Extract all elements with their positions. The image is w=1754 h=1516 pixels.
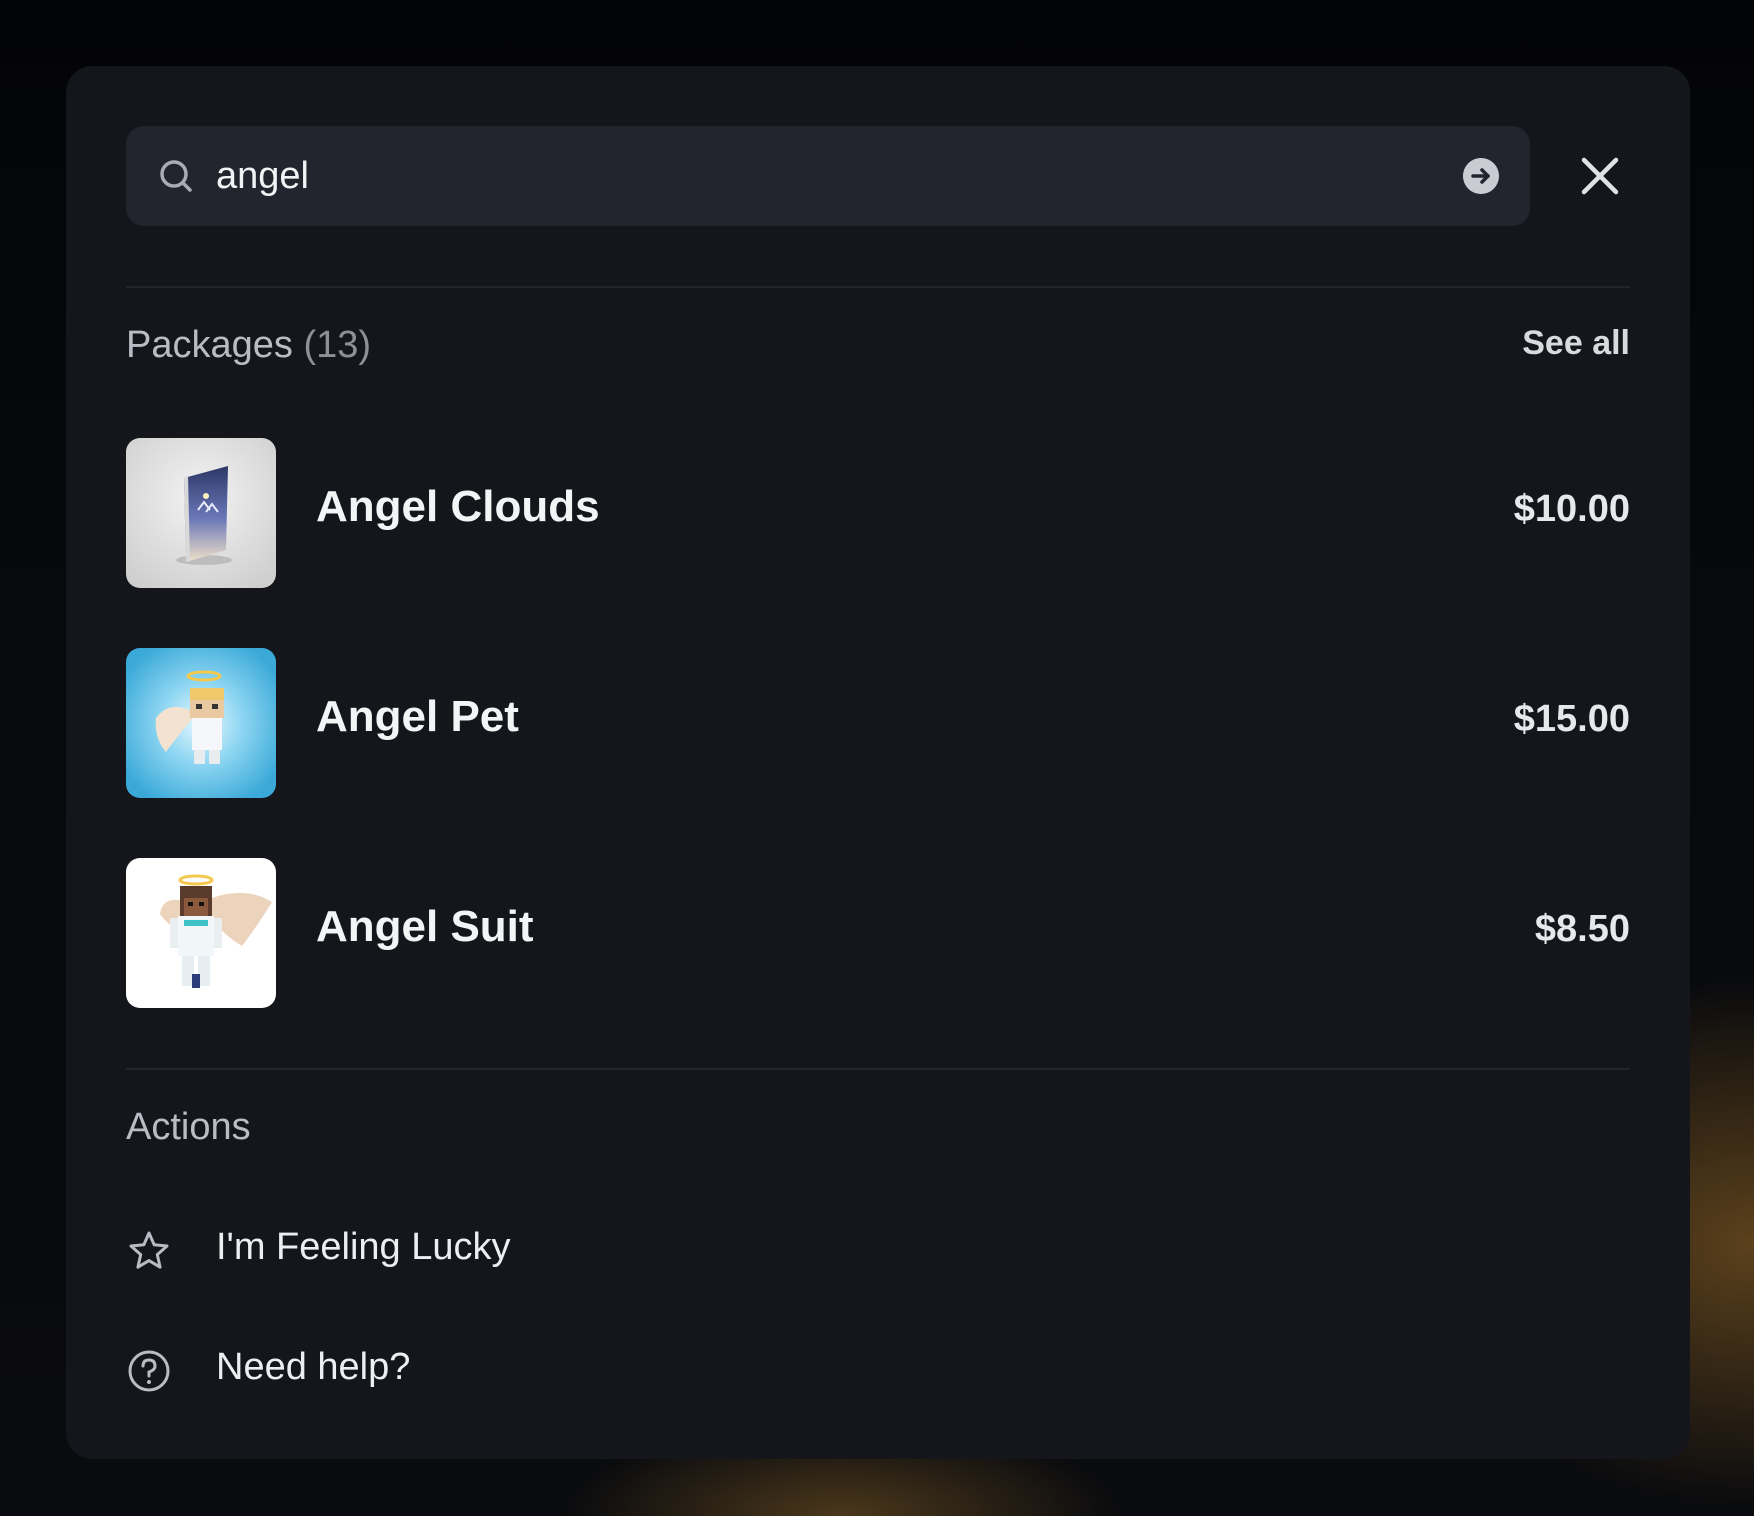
package-name: Angel Pet: [316, 692, 519, 741]
angel-suit-image: [126, 858, 276, 1008]
package-name: Angel Clouds: [316, 482, 600, 531]
package-item[interactable]: Angel Clouds $10.00: [126, 438, 1630, 588]
package-item[interactable]: Angel Suit $8.50: [126, 858, 1630, 1008]
feeling-lucky-action[interactable]: I'm Feeling Lucky: [126, 1220, 926, 1280]
packages-count: (13): [303, 324, 372, 366]
packages-title-label: Packages: [126, 324, 293, 366]
package-price: $15.00: [1513, 698, 1630, 740]
package-item[interactable]: Angel Pet $15.00: [126, 648, 1630, 798]
search-bar-row: [126, 126, 1630, 226]
packages-header: Packages (13) See all: [126, 324, 1630, 374]
package-thumbnail: [126, 858, 276, 1008]
package-price: $8.50: [1534, 908, 1630, 950]
angel-pet-image: [126, 648, 276, 798]
star-icon: [129, 1231, 169, 1269]
package-thumbnail: [126, 648, 276, 798]
arrow-right-circle-icon[interactable]: [1463, 158, 1499, 194]
search-icon: [160, 160, 192, 192]
search-input[interactable]: [216, 146, 1416, 206]
actions-title: Actions: [126, 1106, 251, 1148]
package-name: Angel Suit: [316, 902, 534, 951]
package-thumbnail: [126, 438, 276, 588]
action-label: Need help?: [216, 1346, 411, 1388]
action-label: I'm Feeling Lucky: [216, 1226, 511, 1268]
actions-header: Actions: [126, 1106, 1630, 1156]
question-circle-icon: [128, 1350, 170, 1392]
see-all-link[interactable]: See all: [1522, 324, 1630, 363]
packages-title: Packages (13): [126, 324, 371, 367]
background-page: [0, 190, 70, 270]
package-price: $10.00: [1513, 488, 1630, 530]
divider: [126, 286, 1630, 288]
search-modal: Packages (13) See all: [66, 66, 1690, 1459]
need-help-action[interactable]: Need help?: [126, 1340, 926, 1400]
angel-clouds-image: [126, 438, 276, 588]
search-box[interactable]: [126, 126, 1530, 226]
close-icon[interactable]: [1570, 146, 1630, 206]
divider: [126, 1068, 1630, 1070]
